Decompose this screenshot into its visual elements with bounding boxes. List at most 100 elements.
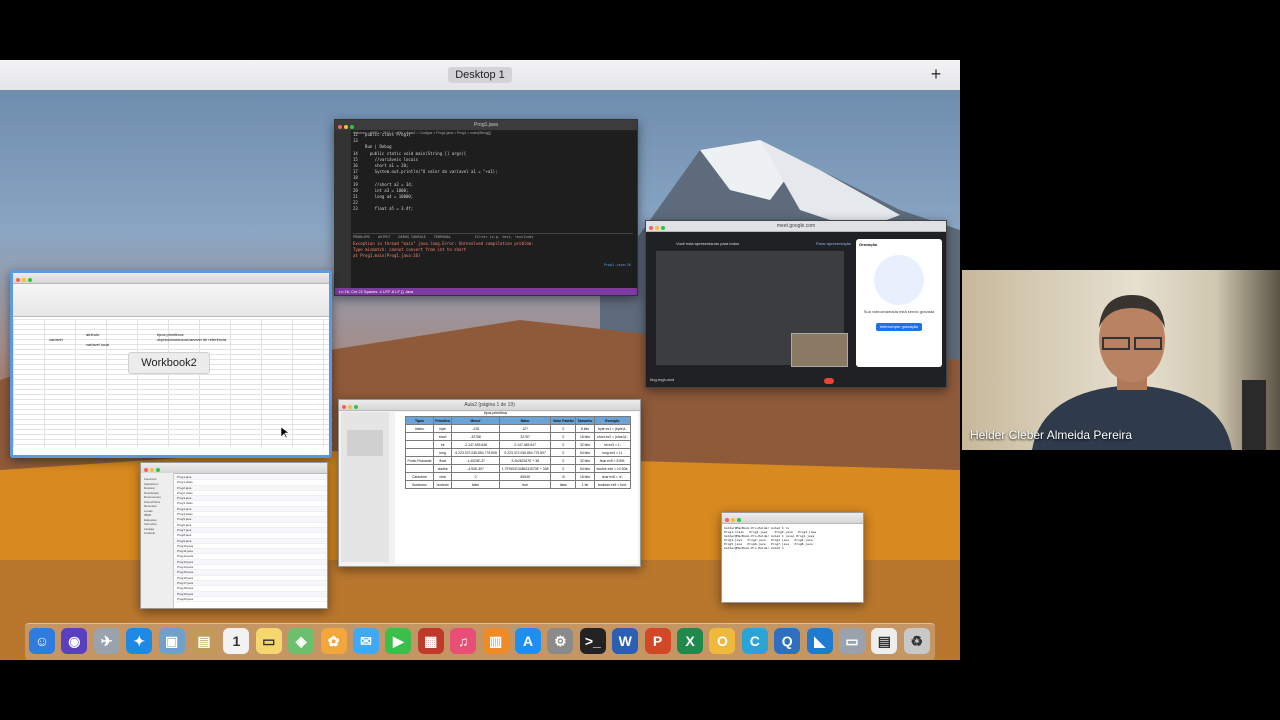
presenting-label: Você está apresentando para todos: [676, 241, 740, 246]
page-thumbnail[interactable]: [347, 430, 383, 456]
stickies-icon[interactable]: ▭: [255, 628, 282, 654]
table-header-cell: Tipos: [404, 416, 435, 425]
pdf-viewer-window[interactable]: Aula2 (página 1 de 19) tipos primitivos …: [338, 399, 641, 567]
word-icon[interactable]: W: [612, 628, 639, 654]
zoom-icon[interactable]: [350, 125, 354, 129]
table-cell: long: [433, 448, 453, 457]
books-icon[interactable]: ▥: [482, 628, 509, 654]
document-icon[interactable]: ▤: [871, 628, 898, 654]
onenote-icon[interactable]: O: [709, 628, 736, 654]
excel-icon[interactable]: X: [677, 628, 703, 654]
calendar-icon[interactable]: 1: [223, 628, 250, 654]
finder-sidebar-item[interactable]: Amarelo: [141, 531, 173, 536]
desktop-1-thumbnail-label[interactable]: Desktop 1: [448, 67, 512, 83]
table-header-cell: Menor: [451, 416, 500, 425]
close-icon[interactable]: [338, 125, 342, 129]
vscode-status-bar[interactable]: Ln 16, Col 22 Spaces: 4 UTF-8 LF {} Java: [335, 288, 637, 295]
table-header-cell: Valor Padrão: [550, 416, 577, 425]
table-cell: Booleano: [404, 480, 435, 489]
add-desktop-button[interactable]: +: [928, 64, 944, 84]
trash-icon[interactable]: ♻: [903, 628, 930, 654]
spreadsheet-cell[interactable]: variável local: [86, 342, 109, 347]
finder-icon[interactable]: ☺: [29, 628, 55, 654]
table-header-cell: Primitivo: [433, 416, 453, 425]
vscode-title: Prog1.java: [474, 122, 498, 128]
vscode-window[interactable]: Prog1.java Volumes > IBSD > 2022-2 > PM …: [334, 119, 638, 296]
music-icon[interactable]: ♫: [450, 628, 477, 654]
terminal-output[interactable]: helder@MacBook-Pro-Helder Aula2 % ls Prog…: [722, 524, 863, 552]
close-icon[interactable]: [16, 278, 20, 282]
appstore-icon[interactable]: A: [515, 628, 541, 654]
spreadsheet-cell[interactable]: variável: [49, 337, 63, 342]
table-cell: false: [451, 480, 500, 489]
preview-icon[interactable]: ▣: [158, 628, 185, 654]
table-cell: Caractere: [404, 472, 435, 481]
excel-titlebar[interactable]: [13, 273, 329, 284]
settings-icon[interactable]: ⚙: [547, 628, 574, 654]
spreadsheet-cell[interactable]: objetos/instancia/variavel de referência: [157, 337, 226, 342]
dock[interactable]: ☺ ◉ ✈ ✦ ▣ ▤ 1 ▭ ◈ ✿ ✉ ▶ ▦ ♫ ▥ A ⚙ >_ W P X O C Q ◣ ▭ ▤ ♻: [25, 623, 935, 660]
terminal-icon[interactable]: >_: [579, 628, 606, 654]
google-meet-window[interactable]: meet.google.com Você está apresentando p…: [645, 220, 947, 388]
table-cell: [404, 464, 435, 473]
search-browser-icon[interactable]: Q: [774, 628, 801, 654]
facetime-icon[interactable]: ▶: [385, 628, 412, 654]
table-cell: 127: [498, 424, 552, 433]
minimize-icon[interactable]: [22, 278, 26, 282]
table-cell: -4,94E-307: [451, 464, 500, 473]
panel-tab[interactable]: DEBUG CONSOLE: [399, 235, 426, 239]
launchpad-icon[interactable]: ✈: [93, 628, 120, 654]
siri-icon[interactable]: ◉: [61, 628, 88, 654]
table-row: int -2.147.483.648 2.147.483.647 0 32 bits in…: [404, 440, 632, 449]
table-cell: boolean ex9 = true;: [593, 480, 632, 489]
table-cell: byte: [433, 424, 453, 433]
panel-filter-input[interactable]: Filter (e.g. text, !exclude): [475, 235, 534, 239]
table-cell: double ex6 = 10.20d;: [593, 464, 632, 473]
finder-window[interactable]: Favoritos Aplicativos Desktop Downloads Docu…: [140, 462, 328, 609]
table-cell: 16 bits: [575, 472, 595, 481]
table-cell: Inteiro: [404, 424, 435, 433]
maps-icon[interactable]: ◈: [288, 628, 315, 654]
terminal-window[interactable]: helder@MacBook-Pro-Helder Aula2 % ls Prog…: [721, 512, 864, 603]
pdf-thumbnail-sidebar[interactable]: [341, 412, 389, 562]
spreadsheet-cell[interactable]: atributo: [86, 332, 99, 337]
end-call-button[interactable]: [824, 378, 834, 384]
photos-icon[interactable]: ✿: [320, 628, 347, 654]
workbook-label: Workbook2: [128, 352, 210, 374]
zoom-icon[interactable]: [28, 278, 32, 282]
code-lines: 12 public class Prog1{13 Run | Debug 14 p…: [353, 132, 633, 213]
meet-titlebar[interactable]: meet.google.com: [646, 221, 946, 232]
stop-recording-button[interactable]: Interromper gravação: [876, 323, 922, 331]
data-types-table: Tipos Primitivo Menor Maior Valor Padrão Tama…: [404, 416, 632, 489]
recording-side-panel: Gravação Sua videochamada está sendo gra…: [856, 239, 942, 367]
terminal-titlebar[interactable]: [722, 513, 863, 524]
panel-tab[interactable]: TERMINAL: [434, 235, 451, 239]
panel-link[interactable]: Prog1.java:16: [604, 262, 631, 268]
table-cell: Ponto Flutuante: [404, 456, 435, 465]
finder-sidebar[interactable]: Favoritos Aplicativos Desktop Downloads Docu…: [141, 473, 174, 608]
minimize-icon[interactable]: [344, 125, 348, 129]
messages-icon[interactable]: ✉: [353, 628, 379, 654]
meet-url[interactable]: meet.google.com: [777, 223, 815, 229]
panel-line: at Prog1.main(Prog1.java:16): [353, 253, 421, 258]
vscode-activity-bar[interactable]: [335, 130, 351, 288]
chrome-c-icon[interactable]: C: [741, 628, 768, 654]
table-row: long -9.223.372.036.854.775.808 9.223.372.…: [404, 448, 632, 457]
table-cell: 0: [550, 424, 577, 433]
panel-tabs[interactable]: PROBLEMS OUTPUT DEBUG CONSOLE TERMINAL Filte…: [353, 234, 633, 240]
vscode-panel[interactable]: PROBLEMS OUTPUT DEBUG CONSOLE TERMINAL Filte…: [353, 233, 633, 284]
notes-icon[interactable]: ▤: [191, 628, 217, 654]
panel-tab[interactable]: PROBLEMS: [353, 235, 370, 239]
powerpoint-icon[interactable]: P: [644, 628, 671, 654]
vscode-editor[interactable]: 12 public class Prog1{13 Run | Debug 14 p…: [353, 132, 633, 232]
finder-file-list[interactable]: Prog1.java Prog1.class Prog2.java Prog2.cla…: [174, 475, 327, 603]
vscode-icon[interactable]: ◣: [806, 628, 833, 654]
panel-tab[interactable]: OUTPUT: [378, 235, 391, 239]
stop-presenting-button[interactable]: Parar apresentação: [816, 241, 851, 247]
screen-capture-icon[interactable]: ▭: [839, 628, 865, 654]
finder-file-row[interactable]: Prog20.java: [174, 597, 327, 603]
excel-ribbon[interactable]: [13, 284, 329, 317]
table-cell: 8 bits: [575, 424, 595, 433]
photobooth-icon[interactable]: ▦: [417, 628, 444, 654]
safari-icon[interactable]: ✦: [126, 628, 153, 654]
